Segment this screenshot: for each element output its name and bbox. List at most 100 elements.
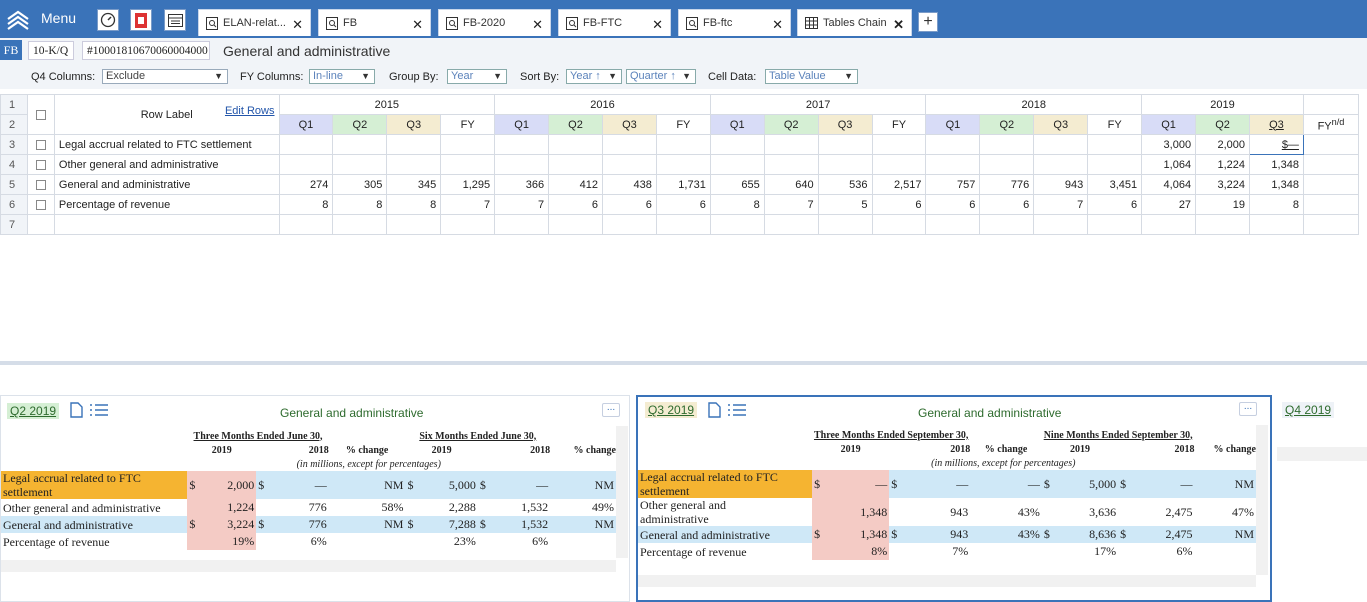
period-link[interactable]: Q2 2019 (7, 403, 60, 419)
list-icon[interactable] (90, 404, 108, 416)
grid-cell[interactable] (601, 154, 657, 175)
grid-cell[interactable] (386, 214, 442, 235)
grid-cell[interactable] (709, 154, 765, 175)
grid-cell[interactable] (548, 154, 603, 175)
grid-cell[interactable] (386, 154, 442, 175)
grid-cell[interactable] (601, 214, 657, 235)
grid-cell[interactable]: 8 (386, 194, 442, 215)
grid-cell[interactable]: 412 (548, 174, 603, 195)
grid-cell[interactable] (1302, 174, 1360, 195)
grid-cell[interactable] (979, 214, 1035, 235)
grid-cell[interactable] (1141, 214, 1197, 235)
close-icon[interactable]: ✕ (412, 17, 423, 33)
list-icon[interactable] (728, 404, 746, 416)
horizontal-scrollbar[interactable] (638, 575, 1256, 587)
document-icon[interactable] (708, 402, 721, 418)
edit-rows-link[interactable]: Edit Rows (225, 105, 275, 117)
menu-button[interactable]: Menu (0, 0, 88, 38)
grid-cell[interactable] (278, 134, 334, 155)
tab-fb-2020[interactable]: FB-2020 ✕ (438, 9, 551, 36)
grid-cell[interactable]: 6 (871, 194, 927, 215)
grid-cell[interactable] (494, 214, 550, 235)
grid-cell[interactable]: 6 (601, 194, 657, 215)
grid-cell[interactable] (1302, 214, 1360, 235)
close-icon[interactable]: ✕ (893, 17, 904, 33)
vertical-scrollbar[interactable] (1256, 425, 1268, 575)
grid-cell[interactable] (548, 214, 603, 235)
tab-elan[interactable]: ELAN-relat... ✕ (198, 9, 311, 36)
grid-cell[interactable] (1302, 134, 1360, 155)
row-select-cell[interactable] (26, 194, 55, 215)
grid-cell[interactable] (332, 214, 388, 235)
grid-cell[interactable]: 1,348 (1249, 154, 1304, 175)
grid-cell[interactable]: 438 (601, 174, 657, 195)
row-select-cell[interactable] (26, 214, 55, 235)
fy-columns-select[interactable]: In-line ▼ (309, 69, 375, 84)
close-icon[interactable]: ✕ (652, 17, 663, 33)
grid-cell[interactable]: 6 (548, 194, 603, 215)
grid-cell[interactable]: 3,000 (1141, 134, 1197, 155)
horizontal-scrollbar[interactable] (1, 560, 616, 572)
row-checkbox[interactable] (35, 159, 46, 170)
period-link[interactable]: Q4 2019 (1282, 402, 1335, 418)
q4-columns-select[interactable]: Exclude ▼ (102, 69, 228, 84)
grid-cell[interactable] (440, 134, 496, 155)
grid-cell[interactable]: 366 (494, 174, 550, 195)
grid-cell[interactable]: 757 (925, 174, 981, 195)
grid-cell[interactable] (1087, 214, 1143, 235)
cell-data-select[interactable]: Table Value ▼ (765, 69, 858, 84)
sort-by-year-select[interactable]: Year ↑ ▼ (566, 69, 622, 84)
tab-tables-chain[interactable]: Tables Chain ✕ (797, 9, 912, 36)
grid-cell[interactable] (925, 214, 981, 235)
grid-cell[interactable]: 6 (655, 194, 711, 215)
row-label[interactable] (53, 214, 280, 235)
vertical-scrollbar[interactable] (616, 426, 628, 558)
row-label[interactable]: Percentage of revenue (53, 194, 280, 215)
row-checkbox[interactable] (35, 199, 46, 210)
grid-cell[interactable]: 6 (925, 194, 981, 215)
grid-cell[interactable]: 776 (979, 174, 1035, 195)
grid-cell[interactable]: 8 (278, 194, 334, 215)
grid-cell[interactable]: 655 (709, 174, 765, 195)
row-checkbox[interactable] (35, 179, 46, 190)
grid-cell[interactable]: 345 (386, 174, 442, 195)
grid-cell[interactable]: 8 (1249, 194, 1304, 215)
tab-fb-ftc-lower[interactable]: FB-ftc ✕ (678, 9, 791, 36)
grid-cell[interactable] (386, 134, 442, 155)
grid-cell[interactable] (763, 154, 819, 175)
grid-cell[interactable]: 19 (1195, 194, 1250, 215)
tab-fb-ftc[interactable]: FB-FTC ✕ (558, 9, 671, 36)
grid-cell[interactable]: 7 (1033, 194, 1089, 215)
grid-cell[interactable] (817, 214, 873, 235)
grid-cell[interactable] (494, 154, 550, 175)
grid-cell[interactable] (1087, 134, 1143, 155)
grid-cell[interactable] (494, 134, 550, 155)
grid-cell[interactable]: 2,000 (1195, 134, 1250, 155)
grid-cell[interactable]: 5 (817, 194, 873, 215)
close-icon[interactable]: ✕ (532, 17, 543, 33)
grid-cell[interactable] (332, 134, 388, 155)
grid-cell[interactable] (871, 154, 927, 175)
row-checkbox[interactable] (35, 139, 46, 150)
grid-cell[interactable] (1033, 214, 1089, 235)
grid-cell[interactable] (655, 154, 711, 175)
panel-splitter[interactable] (0, 361, 1367, 365)
grid-cell[interactable] (440, 214, 496, 235)
grid-cell[interactable] (1195, 214, 1250, 235)
grid-cell[interactable] (332, 154, 388, 175)
grid-cell[interactable]: 7 (494, 194, 550, 215)
grid-cell[interactable] (601, 134, 657, 155)
grid-cell[interactable]: 4,064 (1141, 174, 1197, 195)
grid-cell[interactable] (817, 154, 873, 175)
grid-cell[interactable]: 7 (440, 194, 496, 215)
grid-cell[interactable]: 3,224 (1195, 174, 1250, 195)
row-label[interactable]: Legal accrual related to FTC settlement (53, 134, 280, 155)
grid-cell[interactable] (709, 214, 765, 235)
grid-cell[interactable] (440, 154, 496, 175)
grid-cell[interactable]: 6 (1087, 194, 1143, 215)
row-label[interactable]: General and administrative (53, 174, 280, 195)
row-select-cell[interactable] (26, 134, 55, 155)
grid-cell[interactable]: $— (1249, 134, 1304, 155)
grid-cell[interactable]: 274 (278, 174, 334, 195)
horizontal-scrollbar[interactable] (1277, 447, 1367, 461)
